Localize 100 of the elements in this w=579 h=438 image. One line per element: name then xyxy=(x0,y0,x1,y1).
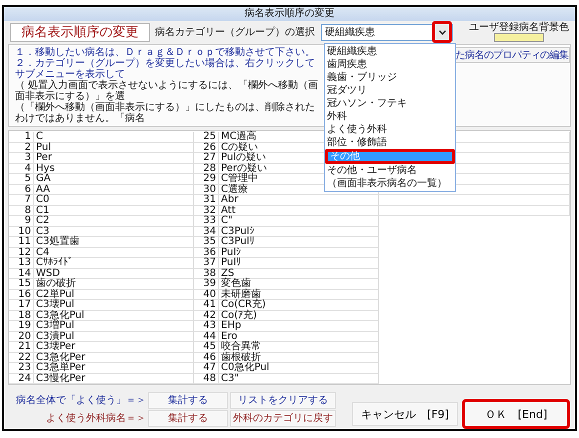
dropdown-item[interactable]: 外科 xyxy=(325,110,455,123)
cancel-button[interactable]: キャンセル [F9] xyxy=(352,402,458,426)
disease-name-cell[interactable]: C選療 xyxy=(219,184,248,194)
disease-name-cell[interactable]: C3壊Pul xyxy=(34,300,74,310)
disease-name-cell[interactable]: ZS xyxy=(219,268,234,278)
disease-name-cell[interactable]: Co(ｱ充) xyxy=(219,310,257,320)
row-number: 20 xyxy=(9,332,34,341)
disease-name-cell[interactable]: C1 xyxy=(34,206,50,215)
row-number: 44 xyxy=(194,332,219,341)
disease-name-cell[interactable]: C3壊Per xyxy=(34,342,76,352)
disease-name-cell[interactable]: 歯根破折 xyxy=(219,352,261,362)
action-button[interactable]: 集計する xyxy=(148,392,228,408)
disease-name-cell[interactable]: PuIﾘ xyxy=(219,258,242,268)
dropdown-button[interactable] xyxy=(432,21,452,44)
disease-name-cell[interactable]: Hys xyxy=(34,164,55,173)
row-number: 30 xyxy=(194,184,219,194)
disease-name-cell[interactable]: Att xyxy=(219,206,236,215)
color-swatch[interactable] xyxy=(494,33,544,42)
row-number: 22 xyxy=(9,352,34,362)
disease-name-cell[interactable]: Pul xyxy=(34,142,51,152)
row-number: 29 xyxy=(194,174,219,184)
row-number: 3 xyxy=(9,153,34,162)
action-button[interactable]: リストをクリアする xyxy=(230,392,336,408)
row-number: 18 xyxy=(9,310,34,320)
disease-name-cell[interactable]: Abr xyxy=(219,195,238,204)
row-number: 35 xyxy=(194,237,219,246)
dropdown-item[interactable]: よく使う外科 xyxy=(325,123,455,136)
row-number: 12 xyxy=(9,248,34,257)
disease-name-cell[interactable]: Per xyxy=(34,153,52,162)
disease-name-cell[interactable]: C0急化Pul xyxy=(219,363,270,372)
disease-name-cell[interactable]: C3急化Per xyxy=(34,352,86,362)
dropdown-item[interactable]: （画面非表示病名の一覧） xyxy=(325,177,455,190)
action-button[interactable]: 集計する xyxy=(148,410,228,426)
user-color-label: ユーザ登録病名背景色 xyxy=(469,22,569,34)
row-number: 45 xyxy=(194,342,219,352)
disease-name-cell[interactable]: 未研磨歯 xyxy=(219,290,261,299)
ok-button[interactable]: ＯＫ [End] xyxy=(462,399,570,429)
disease-name-cell[interactable]: C管理中 xyxy=(219,174,258,184)
dropdown-item[interactable]: 冠ダツリ xyxy=(325,84,455,97)
disease-name-cell[interactable]: C3 xyxy=(34,226,50,236)
dropdown-item[interactable]: 硬組織疾患 xyxy=(325,45,455,58)
row-number: 42 xyxy=(194,310,219,320)
disease-name-cell[interactable]: C2単Pul xyxy=(34,290,74,299)
row-number: 2 xyxy=(9,142,34,152)
dropdown-item[interactable]: 冠ハソン・フテキ xyxy=(325,97,455,110)
dropdown-item[interactable]: 歯周疾患 xyxy=(325,58,455,71)
row-number: 15 xyxy=(9,279,34,288)
row-number: 24 xyxy=(9,374,34,383)
disease-name-cell[interactable]: C3処置歯 xyxy=(34,237,80,246)
row-number: 39 xyxy=(194,279,219,288)
row-number: 37 xyxy=(194,258,219,268)
disease-name-cell[interactable]: EHp xyxy=(219,321,242,330)
instruction-text: ２．カテゴリー（グループ）を変更したい場合は、右クリックしてサブメニューを表示して xyxy=(15,58,316,80)
action-label: よく使う外科病名＝＞ xyxy=(45,412,146,425)
row-number: 9 xyxy=(9,216,34,226)
disease-name-cell[interactable]: C3急化Pul xyxy=(34,310,84,320)
dropdown-item[interactable]: その他・ユーザ病名 xyxy=(325,164,455,177)
action-button[interactable]: 外科のカテゴリに戻す xyxy=(230,410,336,426)
row-number: 43 xyxy=(194,321,219,330)
disease-name-cell[interactable]: C2 xyxy=(34,216,50,226)
row-number: 48 xyxy=(194,374,219,383)
disease-name-cell[interactable]: C4 xyxy=(34,248,50,257)
row-number: 28 xyxy=(194,164,219,173)
row-number: 4 xyxy=(9,164,34,173)
disease-name-cell[interactable]: C xyxy=(34,132,43,142)
disease-name-cell[interactable]: MC過高 xyxy=(219,132,257,142)
disease-name-cell[interactable]: C0 xyxy=(34,195,50,204)
row-number: 26 xyxy=(194,142,219,152)
row-number: 40 xyxy=(194,290,219,299)
row-number: 17 xyxy=(9,300,34,310)
disease-name-cell[interactable]: WSD xyxy=(34,268,60,278)
row-number: 13 xyxy=(9,258,34,268)
disease-name-cell[interactable]: Ero xyxy=(219,332,238,341)
disease-name-cell[interactable]: Perの疑い xyxy=(219,164,267,173)
dropdown-item[interactable]: 義歯・ブリッジ xyxy=(325,71,455,84)
disease-name-cell[interactable]: 咬合異常 xyxy=(219,342,261,352)
action-label: 病名全体で「よく使う」＝＞ xyxy=(15,394,146,407)
disease-name-cell[interactable]: C3増Pul xyxy=(34,321,74,330)
category-select[interactable]: 硬組織疾患 xyxy=(321,24,453,41)
disease-name-cell[interactable]: AA xyxy=(34,184,50,194)
row-number: 19 xyxy=(9,321,34,330)
disease-name-cell[interactable]: C3PuIﾘ xyxy=(219,237,254,246)
instruction-text: （ 処置入力画面で表示させないようにするには、「欄外へ移動（画面非表示にする）」を選 xyxy=(15,80,319,102)
disease-name-cell[interactable]: Pulの疑い xyxy=(219,153,266,162)
disease-name-cell[interactable]: C3" xyxy=(219,374,239,383)
disease-name-cell[interactable]: 歯の破折 xyxy=(34,279,76,288)
disease-name-cell[interactable]: C3潰Pul xyxy=(34,332,74,341)
disease-name-cell[interactable]: C3急単Per xyxy=(34,363,86,372)
row-number: 5 xyxy=(9,174,34,184)
dropdown-item[interactable]: 部位・修飾語 xyxy=(325,136,455,149)
disease-name-cell[interactable]: C3慢化Per xyxy=(34,374,86,383)
disease-name-cell[interactable]: Co(CR充) xyxy=(219,300,266,310)
disease-name-cell[interactable]: C3PuIｼ xyxy=(219,226,254,236)
property-edit-button[interactable]: た病名のプロパティの編集 xyxy=(454,47,570,63)
disease-name-cell[interactable]: C" xyxy=(219,216,233,226)
disease-name-cell[interactable]: GA xyxy=(34,174,51,184)
instruction-text: １．移動したい病名は、Ｄｒａｇ＆Ｄｒｏｐで移動させて下さい。 xyxy=(15,47,316,58)
disease-name-cell[interactable]: PuIｼ xyxy=(219,248,242,257)
disease-name-cell[interactable]: Cの疑い xyxy=(219,142,258,152)
disease-name-cell[interactable]: Cｻﾎﾗｲﾄﾞ xyxy=(34,258,73,268)
